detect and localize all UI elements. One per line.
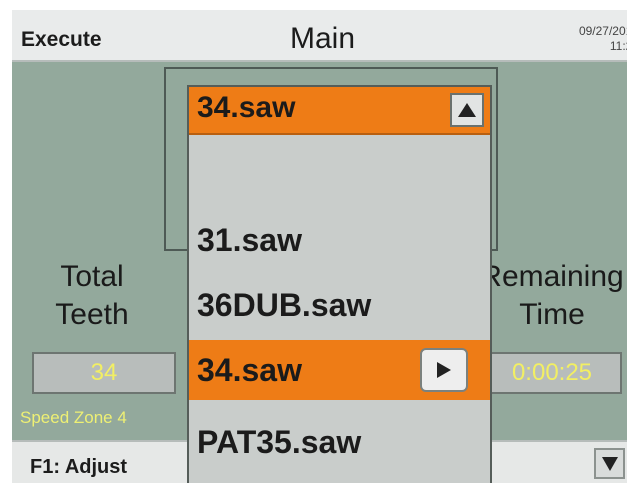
- total-teeth-label-line2: Teeth: [55, 298, 129, 331]
- page-title: Main: [290, 22, 356, 55]
- mode-label: Execute: [21, 28, 102, 51]
- f1-adjust-button[interactable]: F1: Adjust: [30, 456, 127, 479]
- dropdown-selected-value: 34.saw: [197, 91, 296, 124]
- speed-zone-label: Speed Zone 4: [20, 408, 127, 427]
- dropdown-item-label: 34.saw: [197, 352, 302, 388]
- dropdown-item-selected[interactable]: 34.saw: [189, 340, 490, 400]
- dropdown-header[interactable]: 34.saw: [189, 87, 490, 135]
- title-bar: Execute Main 09/27/2012 11:24: [12, 10, 627, 62]
- total-teeth-label-line1: Total: [60, 260, 124, 293]
- datetime-display: 09/27/2012 11:24: [579, 24, 627, 54]
- total-teeth-label: Total Teeth: [22, 258, 162, 334]
- date-text: 09/27/2012: [578, 24, 627, 38]
- select-item-button[interactable]: [420, 348, 468, 392]
- play-arrow-icon: [437, 362, 451, 378]
- triangle-up-icon: [458, 103, 476, 117]
- hmi-screen: Execute Main 09/27/2012 11:24 Total Teet…: [12, 10, 627, 483]
- total-teeth-value: 34: [32, 352, 176, 394]
- dropdown-item[interactable]: 31.saw: [189, 210, 490, 270]
- time-text: 11:24: [609, 39, 627, 53]
- dropdown-item[interactable]: PAT35.saw: [189, 412, 490, 472]
- dropdown-item[interactable]: 36DUB.saw: [189, 275, 490, 335]
- scroll-down-button[interactable]: [594, 448, 625, 479]
- remaining-time-value: 0:00:25: [482, 352, 622, 394]
- dropdown-scroll-up-button[interactable]: [450, 93, 484, 127]
- program-dropdown[interactable]: 34.saw 31.saw 36DUB.saw 34.saw PAT35.saw: [187, 85, 492, 483]
- triangle-down-icon: [601, 456, 618, 471]
